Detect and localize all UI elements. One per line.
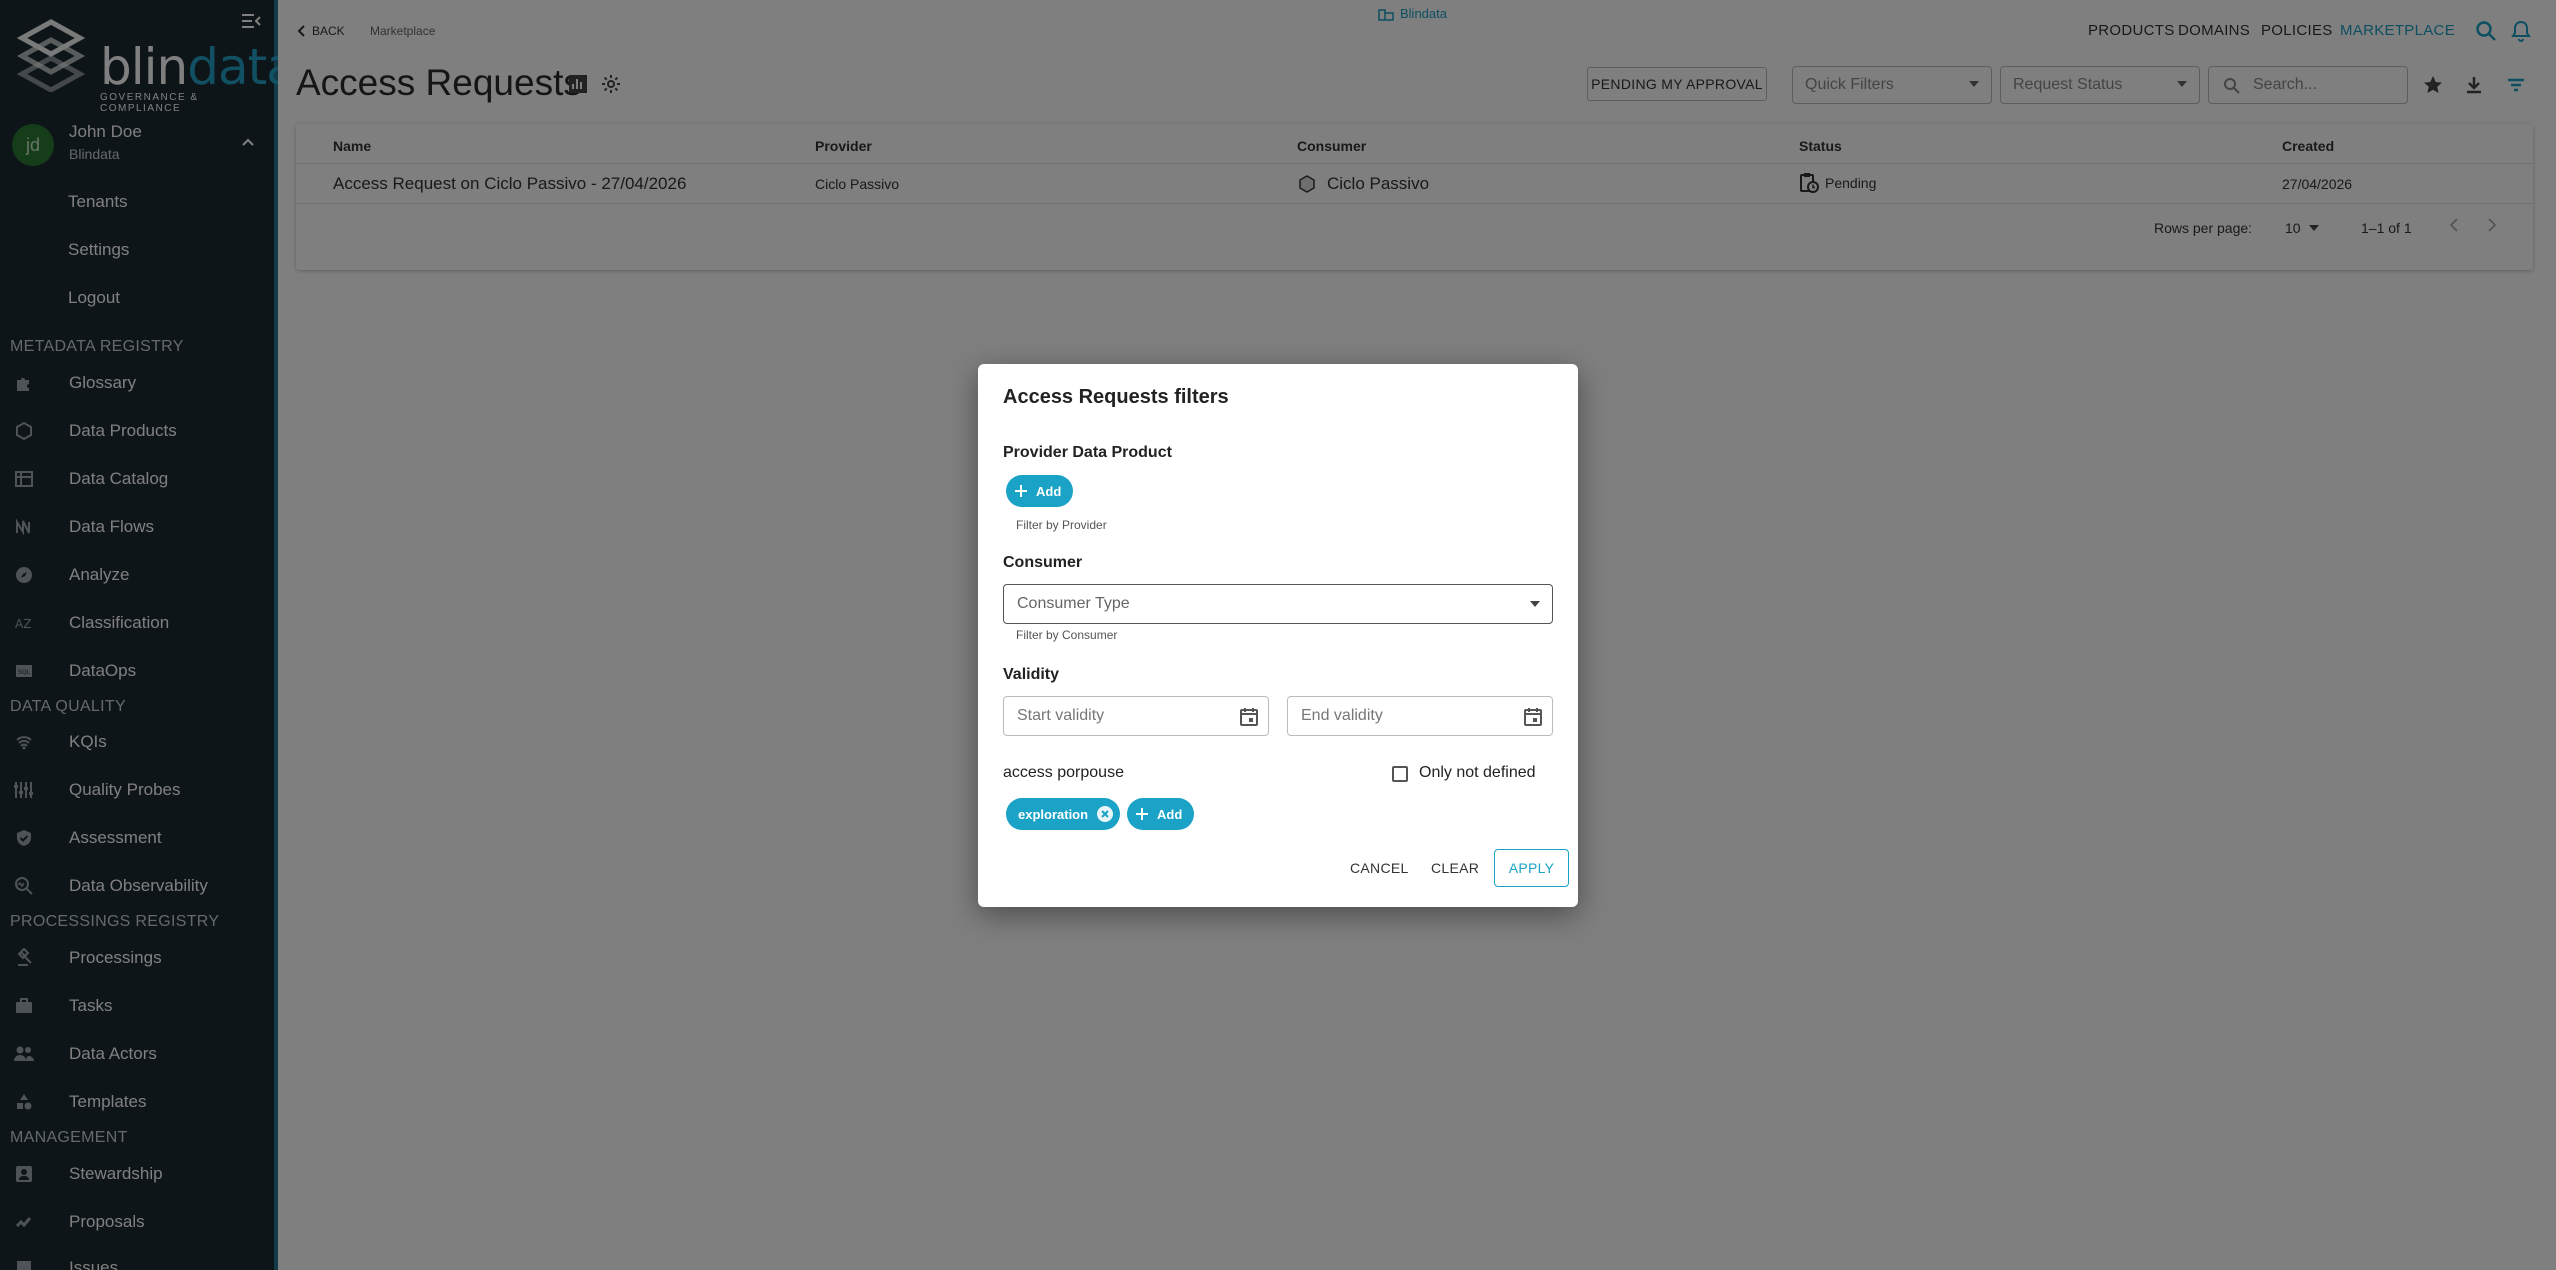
add-provider-button[interactable]: Add <box>1006 475 1074 507</box>
cancel-button[interactable]: CANCEL <box>1350 860 1409 876</box>
calendar-icon <box>1240 708 1258 726</box>
clear-button[interactable]: CLEAR <box>1431 860 1479 876</box>
calendar-icon <box>1524 708 1542 726</box>
dropdown-arrow-icon <box>1530 601 1540 607</box>
consumer-label: Consumer <box>1003 554 1083 571</box>
remove-chip-icon <box>1097 806 1114 822</box>
add-purpose-button[interactable]: Add <box>1127 798 1195 830</box>
provider-label: Provider Data Product <box>1003 444 1172 461</box>
apply-button[interactable]: APPLY <box>1494 849 1569 887</box>
only-not-defined-label[interactable]: Only not defined <box>1419 764 1536 782</box>
filters-dialog: Access Requests filters Provider Data Pr… <box>978 364 1578 907</box>
consumer-type-select[interactable]: Consumer Type <box>1003 584 1553 624</box>
consumer-helper: Filter by Consumer <box>1016 628 1118 642</box>
start-validity-field[interactable]: Start validity <box>1003 696 1269 736</box>
only-not-defined-checkbox[interactable] <box>1392 766 1408 782</box>
end-validity-field[interactable]: End validity <box>1287 696 1553 736</box>
purpose-chip-exploration[interactable]: exploration <box>1006 798 1121 830</box>
plus-icon <box>1136 808 1148 820</box>
provider-helper: Filter by Provider <box>1016 518 1107 532</box>
purpose-label: access porpouse <box>1003 764 1124 781</box>
validity-label: Validity <box>1003 666 1060 683</box>
dialog-title: Access Requests filters <box>1003 386 1229 408</box>
plus-icon <box>1015 485 1027 497</box>
